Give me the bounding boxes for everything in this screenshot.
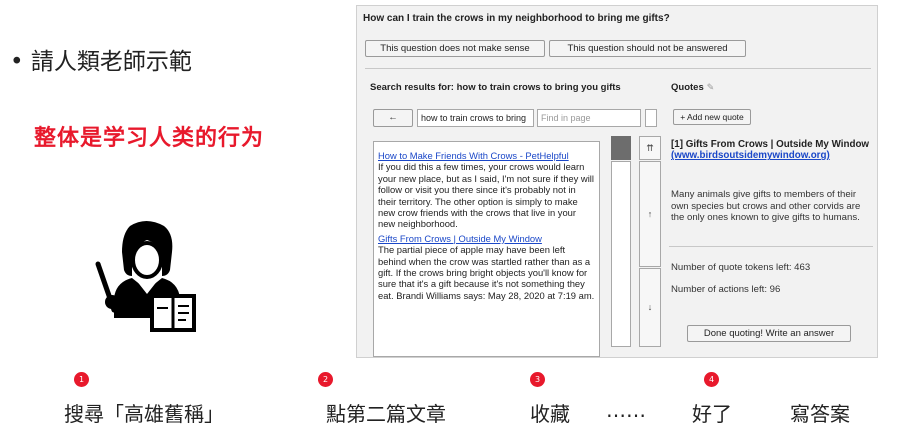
no-sense-button[interactable]: This question does not make sense [365, 40, 545, 57]
add-quote-button[interactable]: + Add new quote [673, 109, 751, 125]
quotes-header: Quotes ✎ [671, 82, 715, 93]
scroll-down-button[interactable]: ↓ [639, 268, 661, 347]
search-results-header: Search results for: how to train crows t… [370, 82, 621, 93]
qa-browsing-interface: How can I train the crows in my neighbor… [356, 5, 878, 358]
step-3-label: 收藏 [530, 402, 570, 426]
step-1-label: 搜尋「高雄舊稱」 [64, 402, 224, 426]
result-snippet-1: If you did this a few times, your crows … [378, 161, 594, 230]
divider [365, 68, 871, 69]
quote-source-link[interactable]: (www.birdsoutsidemywindow.org) [671, 150, 830, 161]
step-3-badge: 3 [530, 372, 545, 387]
scroll-top-button[interactable]: ⇈ [639, 136, 661, 160]
scrollbar-track[interactable] [611, 161, 631, 347]
scroll-up-button[interactable]: ↑ [639, 161, 661, 267]
find-in-page-input[interactable]: Find in page [537, 109, 641, 127]
ellipsis: …… [606, 398, 646, 422]
not-answer-button[interactable]: This question should not be answered [549, 40, 746, 57]
done-quoting-button[interactable]: Done quoting! Write an answer [687, 325, 851, 342]
step-2-label: 點第二篇文章 [326, 402, 446, 426]
bullet-text: • 請人類老師示範 [10, 49, 192, 75]
step-4-badge: 4 [704, 372, 719, 387]
divider [669, 246, 873, 247]
step-5-label: 寫答案 [790, 402, 850, 426]
result-link-1[interactable]: How to Make Friends With Crows - PetHelp… [378, 150, 595, 161]
result-link-2[interactable]: Gifts From Crows | Outside My Window [378, 233, 595, 244]
step-1-badge: 1 [74, 372, 89, 387]
step-2-badge: 2 [318, 372, 333, 387]
actions-left: Number of actions left: 96 [671, 284, 781, 295]
teacher-icon [95, 221, 196, 332]
list-item: Gifts From Crows | Outside My Window The… [378, 233, 595, 301]
quote-tokens-left: Number of quote tokens left: 463 [671, 262, 811, 273]
question-title: How can I train the crows in my neighbor… [363, 13, 670, 24]
quote-title: [1] Gifts From Crows | Outside My Window… [671, 139, 870, 162]
result-snippet-2: The partial piece of apple may have been… [378, 244, 595, 301]
step-4-label: 好了 [692, 402, 732, 426]
search-input[interactable]: how to train crows to bring [417, 109, 534, 127]
list-item: How to Make Friends With Crows - PetHelp… [378, 150, 595, 230]
find-count-box [645, 109, 657, 127]
quote-body: Many animals give gifts to members of th… [671, 189, 861, 223]
highlight-caption: 整体是学习人类的行为 [34, 126, 265, 151]
back-button[interactable]: ← [373, 109, 413, 127]
search-results-pane: How to Make Friends With Crows - PetHelp… [373, 141, 600, 357]
scrollbar-thumb[interactable] [611, 136, 631, 160]
pencil-icon[interactable]: ✎ [707, 82, 715, 92]
